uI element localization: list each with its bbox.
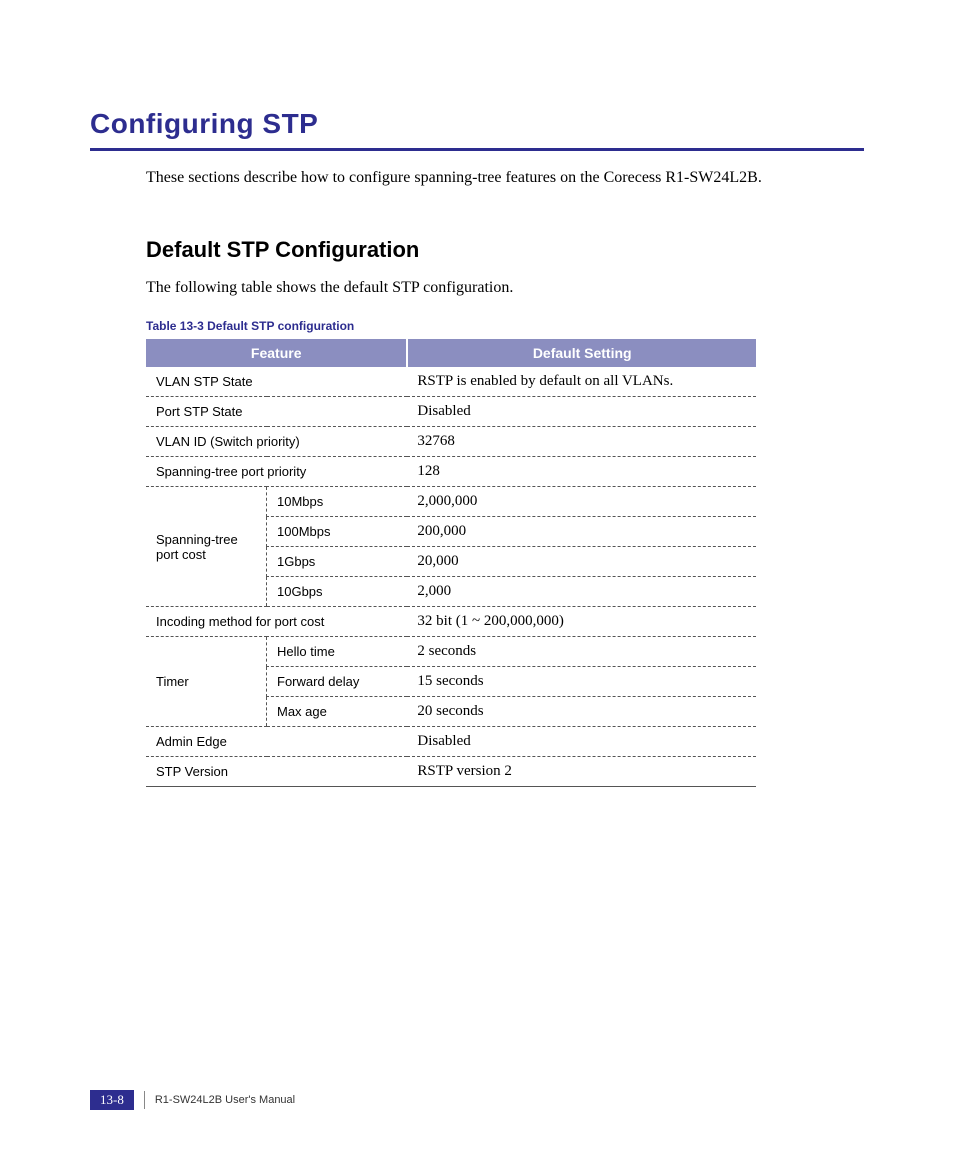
table-row: Incoding method for port cost 32 bit (1 …: [146, 607, 756, 637]
table-row: Spanning-tree port priority 128: [146, 457, 756, 487]
table-header-row: Feature Default Setting: [146, 339, 756, 367]
table-row: Timer Hello time 2 seconds: [146, 637, 756, 667]
page-number-badge: 13-8: [90, 1090, 134, 1110]
subfeature-cell: 10Gbps: [267, 577, 408, 607]
table-row: Spanning-tree port cost 10Mbps 2,000,000: [146, 487, 756, 517]
section-intro: The following table shows the default ST…: [146, 279, 864, 297]
feature-cell: Spanning-tree port priority: [146, 457, 407, 487]
setting-cell: 32 bit (1 ~ 200,000,000): [407, 607, 756, 637]
page-title: Configuring STP: [90, 108, 864, 140]
table-row: STP Version RSTP version 2: [146, 757, 756, 787]
feature-cell: Incoding method for port cost: [146, 607, 407, 637]
title-underline: [90, 148, 864, 151]
setting-cell: Disabled: [407, 397, 756, 427]
setting-cell: 15 seconds: [407, 667, 756, 697]
subfeature-cell: Max age: [267, 697, 408, 727]
setting-cell: 2 seconds: [407, 637, 756, 667]
table-row: Admin Edge Disabled: [146, 727, 756, 757]
section-heading: Default STP Configuration: [146, 237, 864, 263]
subfeature-cell: Forward delay: [267, 667, 408, 697]
subfeature-cell: 10Mbps: [267, 487, 408, 517]
footer-manual-name: R1-SW24L2B User's Manual: [155, 1094, 295, 1106]
header-setting: Default Setting: [407, 339, 756, 367]
stp-config-table: Feature Default Setting VLAN STP State R…: [146, 339, 756, 787]
feature-cell: Port STP State: [146, 397, 407, 427]
subfeature-cell: 100Mbps: [267, 517, 408, 547]
setting-cell: RSTP is enabled by default on all VLANs.: [407, 367, 756, 397]
footer-separator: [144, 1091, 145, 1109]
table-row: VLAN ID (Switch priority) 32768: [146, 427, 756, 457]
table-caption: Table 13-3 Default STP configuration: [146, 319, 864, 333]
feature-cell: VLAN ID (Switch priority): [146, 427, 407, 457]
feature-cell: STP Version: [146, 757, 407, 787]
setting-cell: 128: [407, 457, 756, 487]
table-row: Port STP State Disabled: [146, 397, 756, 427]
setting-cell: 20,000: [407, 547, 756, 577]
page-content: Configuring STP These sections describe …: [0, 0, 954, 787]
feature-cell: VLAN STP State: [146, 367, 407, 397]
table-row: VLAN STP State RSTP is enabled by defaul…: [146, 367, 756, 397]
setting-cell: 2,000: [407, 577, 756, 607]
subfeature-cell: 1Gbps: [267, 547, 408, 577]
setting-cell: 20 seconds: [407, 697, 756, 727]
header-feature: Feature: [146, 339, 407, 367]
setting-cell: 32768: [407, 427, 756, 457]
setting-cell: Disabled: [407, 727, 756, 757]
setting-cell: 200,000: [407, 517, 756, 547]
feature-cell-group: Timer: [146, 637, 267, 727]
setting-cell: 2,000,000: [407, 487, 756, 517]
subfeature-cell: Hello time: [267, 637, 408, 667]
intro-paragraph: These sections describe how to configure…: [146, 169, 864, 187]
page-footer: 13-8 R1-SW24L2B User's Manual: [90, 1090, 295, 1110]
feature-cell: Admin Edge: [146, 727, 407, 757]
setting-cell: RSTP version 2: [407, 757, 756, 787]
feature-cell-group: Spanning-tree port cost: [146, 487, 267, 607]
